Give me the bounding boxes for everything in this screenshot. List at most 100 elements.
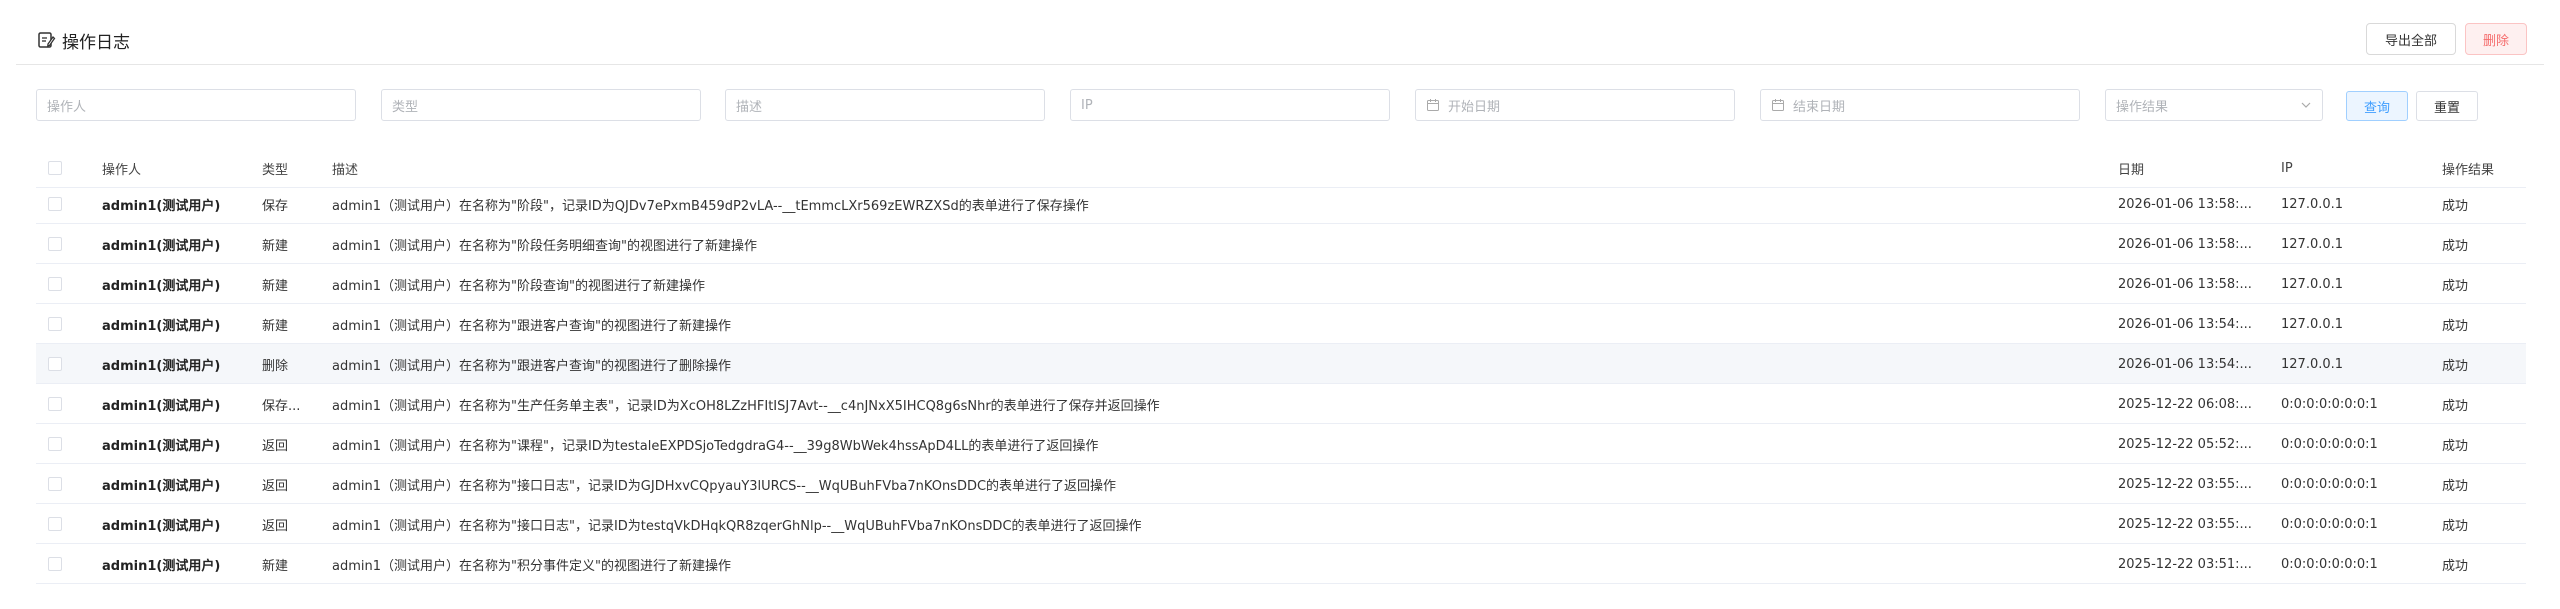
select-all-cell (48, 148, 62, 188)
row-checkbox-cell (48, 544, 62, 584)
type-input[interactable]: 类型 (381, 89, 701, 121)
description-input[interactable]: 描述 (725, 89, 1045, 121)
table-row[interactable]: admin1(测试用户) 新建 admin1（测试用户）在名称为"跟进客户查询"的视… (36, 304, 2526, 344)
description-cell: admin1（测试用户）在名称为"跟进客户查询"的视图进行了删除操作 (332, 358, 731, 374)
page-title-wrap: 操作日志 (36, 26, 130, 54)
row-checkbox[interactable] (48, 277, 62, 291)
table-row[interactable]: admin1(测试用户) 返回 admin1（测试用户）在名称为"接口日志"，记录I… (36, 504, 2526, 544)
type-cell: 删除 (262, 358, 289, 374)
filter-bar: 操作人 类型 描述 IP 开始日期 结束日期 操作结果 (0, 89, 2560, 121)
ip-cell: 127.0.0.1 (2281, 356, 2344, 372)
row-checkbox[interactable] (48, 317, 62, 331)
row-checkbox[interactable] (48, 517, 62, 531)
type-cell: 新建 (262, 558, 289, 574)
result-placeholder: 操作结果 (2116, 99, 2169, 115)
type-cell: 返回 (262, 518, 289, 534)
row-checkbox-cell (48, 264, 62, 304)
result-cell: 成功 (2442, 238, 2469, 254)
date-cell: 2025-12-22 05:52:... (2118, 436, 2252, 452)
type-placeholder: 类型 (392, 99, 419, 115)
edit-note-icon (36, 30, 56, 50)
end-date-picker[interactable]: 结束日期 (1760, 89, 2080, 121)
row-checkbox[interactable] (48, 357, 62, 371)
row-checkbox[interactable] (48, 437, 62, 451)
type-cell: 返回 (262, 438, 289, 454)
row-checkbox[interactable] (48, 397, 62, 411)
date-cell: 2026-01-06 13:54:... (2118, 316, 2252, 332)
calendar-icon (1771, 98, 1785, 112)
table-row[interactable]: admin1(测试用户) 删除 admin1（测试用户）在名称为"跟进客户查询"的视… (36, 344, 2526, 384)
type-cell: 保存... (262, 398, 301, 414)
calendar-icon (1426, 98, 1440, 112)
result-cell: 成功 (2442, 198, 2469, 214)
row-checkbox[interactable] (48, 477, 62, 491)
date-cell: 2025-12-22 03:55:... (2118, 516, 2252, 532)
date-cell: 2025-12-22 03:55:... (2118, 476, 2252, 492)
description-cell: admin1（测试用户）在名称为"接口日志"，记录ID为testqVkDHqkQ… (332, 518, 1142, 534)
date-cell: 2026-01-06 13:58:... (2118, 276, 2252, 292)
ip-cell: 0:0:0:0:0:0:0:1 (2281, 476, 2378, 492)
header-divider (16, 64, 2544, 65)
type-cell: 新建 (262, 278, 289, 294)
table-row[interactable]: admin1(测试用户) 保存 admin1（测试用户）在名称为"阶段"，记录ID为… (36, 184, 2526, 224)
delete-button[interactable]: 删除 (2465, 23, 2527, 55)
operator-cell: admin1(测试用户) (102, 198, 221, 214)
header-description: 描述 (332, 162, 359, 178)
ip-cell: 127.0.0.1 (2281, 316, 2344, 332)
row-checkbox[interactable] (48, 237, 62, 251)
table-row[interactable]: admin1(测试用户) 新建 admin1（测试用户）在名称为"阶段查询"的视图进… (36, 264, 2526, 304)
type-cell: 返回 (262, 478, 289, 494)
description-cell: admin1（测试用户）在名称为"阶段查询"的视图进行了新建操作 (332, 278, 705, 294)
description-cell: admin1（测试用户）在名称为"接口日志"，记录ID为GJDHxvCQpyau… (332, 478, 1117, 494)
ip-cell: 0:0:0:0:0:0:0:1 (2281, 516, 2378, 532)
description-cell: admin1（测试用户）在名称为"阶段任务明细查询"的视图进行了新建操作 (332, 238, 757, 254)
table-row[interactable]: admin1(测试用户) 返回 admin1（测试用户）在名称为"课程"，记录ID为… (36, 424, 2526, 464)
operator-cell: admin1(测试用户) (102, 438, 221, 454)
ip-placeholder: IP (1081, 97, 1093, 113)
page-header: 操作日志 导出全部 删除 (0, 0, 2560, 66)
header-operator: 操作人 (102, 162, 142, 178)
description-cell: admin1（测试用户）在名称为"生产任务单主表"，记录ID为XcOH8LZzH… (332, 398, 1160, 414)
start-date-picker[interactable]: 开始日期 (1415, 89, 1735, 121)
result-cell: 成功 (2442, 478, 2469, 494)
result-cell: 成功 (2442, 278, 2469, 294)
ip-cell: 127.0.0.1 (2281, 196, 2344, 212)
operator-input[interactable]: 操作人 (36, 89, 356, 121)
row-checkbox[interactable] (48, 557, 62, 571)
table-row[interactable]: admin1(测试用户) 新建 admin1（测试用户）在名称为"积分事件定义"的视… (36, 544, 2526, 584)
end-date-placeholder: 结束日期 (1793, 99, 1846, 115)
description-cell: admin1（测试用户）在名称为"跟进客户查询"的视图进行了新建操作 (332, 318, 731, 334)
result-cell: 成功 (2442, 558, 2469, 574)
select-all-checkbox[interactable] (48, 161, 62, 175)
operator-cell: admin1(测试用户) (102, 318, 221, 334)
export-all-button[interactable]: 导出全部 (2366, 23, 2456, 55)
table-row[interactable]: admin1(测试用户) 保存... admin1（测试用户）在名称为"生产任务单主… (36, 384, 2526, 424)
chevron-down-icon (2300, 99, 2312, 111)
type-cell: 保存 (262, 198, 289, 214)
result-cell: 成功 (2442, 438, 2469, 454)
ip-cell: 0:0:0:0:0:0:0:1 (2281, 556, 2378, 572)
query-button[interactable]: 查询 (2346, 91, 2408, 121)
reset-button[interactable]: 重置 (2416, 91, 2478, 121)
date-cell: 2026-01-06 13:54:... (2118, 356, 2252, 372)
ip-cell: 127.0.0.1 (2281, 236, 2344, 252)
result-cell: 成功 (2442, 318, 2469, 334)
result-select[interactable]: 操作结果 (2105, 89, 2323, 121)
ip-cell: 127.0.0.1 (2281, 276, 2344, 292)
row-checkbox-cell (48, 424, 62, 464)
table-row[interactable]: admin1(测试用户) 返回 admin1（测试用户）在名称为"接口日志"，记录I… (36, 464, 2526, 504)
result-cell: 成功 (2442, 398, 2469, 414)
row-checkbox-cell (48, 224, 62, 264)
operator-cell: admin1(测试用户) (102, 398, 221, 414)
row-checkbox-cell (48, 184, 62, 224)
table-row[interactable]: admin1(测试用户) 新建 admin1（测试用户）在名称为"阶段任务明细查询"… (36, 224, 2526, 264)
result-cell: 成功 (2442, 518, 2469, 534)
description-cell: admin1（测试用户）在名称为"积分事件定义"的视图进行了新建操作 (332, 558, 731, 574)
description-cell: admin1（测试用户）在名称为"课程"，记录ID为testaleEXPDSjo… (332, 438, 1099, 454)
type-cell: 新建 (262, 318, 289, 334)
row-checkbox[interactable] (48, 197, 62, 211)
operator-cell: admin1(测试用户) (102, 358, 221, 374)
operator-cell: admin1(测试用户) (102, 278, 221, 294)
ip-input[interactable]: IP (1070, 89, 1390, 121)
page-title: 操作日志 (62, 32, 130, 53)
